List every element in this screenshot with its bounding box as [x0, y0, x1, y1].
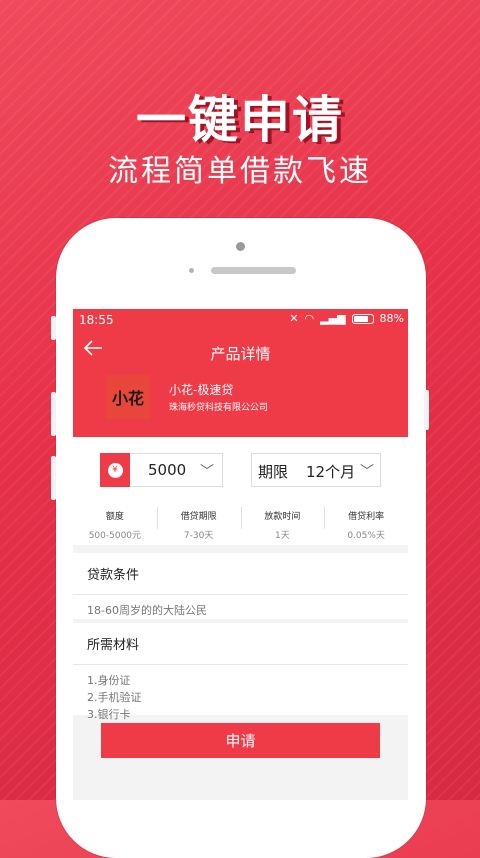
term-label: 期限	[258, 463, 289, 481]
speaker-grille	[211, 267, 296, 274]
term-value: 12个月	[306, 463, 356, 481]
battery-percent: 88%	[379, 312, 404, 325]
loan-stats: 额度 500-5000元 借贷期限 7-30天 放款时间 1天 借贷利率 0.0…	[73, 503, 408, 541]
promo-headline: 一键申请	[136, 91, 344, 149]
material-item: 2.手机验证	[87, 691, 142, 704]
stat-item: 借贷利率 0.05%天	[324, 503, 408, 541]
product-logo: 小花	[106, 375, 150, 419]
conditions-text: 18-60周岁的的大陆公民	[87, 604, 207, 617]
section-title: 贷款条件	[73, 553, 408, 595]
phone-side-button	[51, 456, 56, 500]
required-materials-section: 所需材料 1.身份证 2.手机验证 3.银行卡	[73, 623, 408, 721]
stat-item: 放款时间 1天	[240, 503, 325, 541]
status-bar: 18:55 ✕ ◠ ▂▄▆ 88%	[73, 309, 408, 331]
status-time: 18:55	[79, 313, 114, 327]
page-title: 产品详情	[210, 345, 271, 363]
chevron-down-icon: ﹀	[200, 464, 214, 480]
signal-icon: ▂▄▆	[320, 312, 346, 325]
apply-button[interactable]: 申请	[101, 723, 380, 758]
phone-side-button	[424, 390, 429, 430]
camera-icon	[236, 242, 245, 251]
loan-conditions-section: 贷款条件 18-60周岁的的大陆公民	[73, 553, 408, 619]
term-select[interactable]: 期限 12个月 ﹀	[251, 453, 381, 487]
stat-item: 借贷期限 7-30天	[156, 503, 241, 541]
materials-list: 1.身份证 2.手机验证 3.银行卡	[73, 665, 408, 730]
sensor-dot	[189, 268, 194, 273]
wifi-icon: ◠	[304, 312, 315, 325]
app-screen: 18:55 ✕ ◠ ▂▄▆ 88% 产品详情 小花 小花-极速贷 珠海秒贷科技有…	[73, 309, 408, 800]
stat-item: 额度 500-5000元	[88, 512, 142, 541]
mute-icon: ✕	[289, 312, 299, 325]
nav-bar: 产品详情	[73, 331, 408, 371]
material-item: 3.银行卡	[87, 708, 131, 721]
amount-value: 5000	[148, 461, 187, 479]
loan-selector-card: ¥ 5000 ﹀ 期限 12个月 ﹀ 额度 500-5000元 借贷期限 7-3…	[73, 437, 408, 545]
product-header: 小花 小花-极速贷 珠海秒贷科技有限公公司	[73, 371, 408, 437]
chevron-down-icon: ﹀	[360, 464, 374, 480]
promo-subheadline: 流程简单借款飞速	[108, 154, 372, 189]
product-company: 珠海秒贷科技有限公公司	[169, 403, 269, 413]
phone-side-button	[51, 392, 56, 436]
phone-side-button	[51, 316, 56, 340]
material-item: 1.身份证	[87, 674, 131, 687]
battery-icon	[351, 313, 374, 324]
status-icons: ✕ ◠ ▂▄▆ 88%	[289, 312, 404, 325]
section-title: 所需材料	[73, 623, 408, 665]
amount-select[interactable]: 5000 ﹀	[130, 453, 223, 487]
currency-icon: ¥	[100, 453, 130, 487]
product-name: 小花-极速贷	[169, 383, 234, 397]
